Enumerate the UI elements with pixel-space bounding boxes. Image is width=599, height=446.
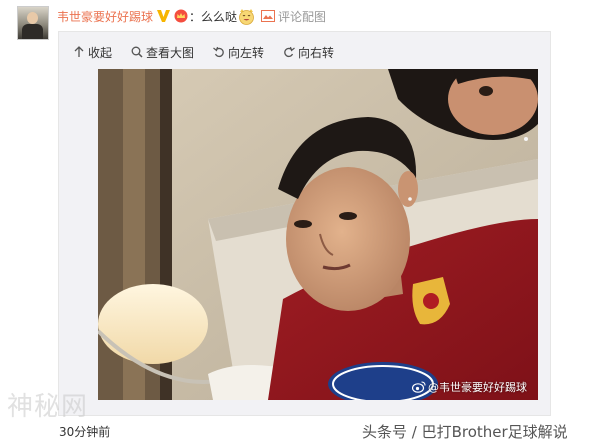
post-text: 么么哒	[201, 9, 238, 24]
collapse-button[interactable]: 收起	[73, 44, 112, 61]
ghost-watermark: 神秘网	[7, 392, 89, 422]
view-large-label: 查看大图	[146, 45, 195, 60]
user-avatar[interactable]	[17, 6, 49, 40]
comment-with-image-link[interactable]: 评论配图	[278, 8, 326, 25]
post-photo[interactable]	[98, 69, 538, 400]
rotate-right-button[interactable]: 向右转	[283, 44, 334, 61]
photo-illustration	[98, 69, 538, 400]
photo-watermark-text: @韦世豪要好好踢球	[428, 381, 527, 394]
source-credit: 头条号 / 巴打Brother足球解说	[362, 423, 568, 441]
rotate-right-label: 向右转	[298, 45, 335, 60]
weibo-logo-icon	[412, 381, 426, 393]
post-header: 韦世豪要好好踢球 ： 么么哒 评论配图	[57, 7, 326, 25]
verified-v-icon[interactable]	[156, 9, 171, 23]
rotate-right-icon	[284, 46, 295, 58]
collapse-label: 收起	[88, 45, 113, 60]
rotate-left-label: 向左转	[228, 45, 265, 60]
vip-crown-icon[interactable]	[173, 9, 189, 23]
avatar-head	[27, 12, 38, 24]
rotate-left-icon	[213, 46, 224, 58]
avatar-shirt	[22, 24, 43, 39]
media-toolbar: 收起 查看大图 向左转 向右转	[73, 44, 353, 60]
collapse-arrow-icon	[74, 46, 84, 57]
username-link[interactable]: 韦世豪要好好踢球	[57, 8, 153, 25]
post-timestamp[interactable]: 30分钟前	[59, 423, 110, 440]
magnifier-icon	[131, 46, 143, 58]
rotate-left-button[interactable]: 向左转	[213, 44, 264, 61]
view-large-button[interactable]: 查看大图	[131, 44, 194, 61]
grin-emoji-icon	[239, 8, 254, 25]
colon: ：	[189, 9, 202, 24]
comment-image-icon[interactable]	[261, 10, 276, 22]
photo-watermark: @韦世豪要好好踢球	[412, 379, 527, 395]
